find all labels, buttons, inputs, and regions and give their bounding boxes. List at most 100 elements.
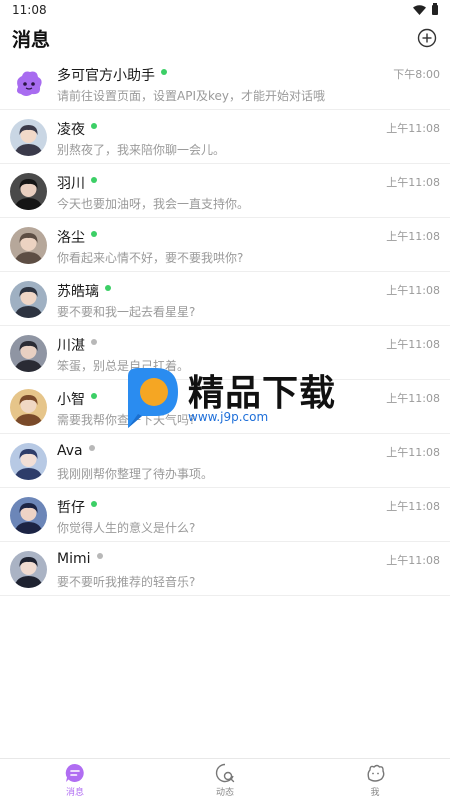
message-preview: 笨蛋，别总是自己扛着。 <box>57 359 190 373</box>
message-time: 上午11:08 <box>386 176 440 189</box>
message-preview: 请前往设置页面，设置API及key，才能开始对话哦 <box>57 89 325 103</box>
nav-tab-1[interactable]: 动态 <box>150 759 300 800</box>
character-portrait-icon <box>10 280 47 318</box>
message-time: 上午11:08 <box>386 392 440 405</box>
name-row: Ava <box>57 443 440 459</box>
avatar[interactable] <box>10 496 47 534</box>
conversation-item[interactable]: 小智 上午11:08 需要我帮你查一下天气吗? <box>0 380 450 434</box>
avatar[interactable] <box>10 172 47 210</box>
character-portrait-icon <box>10 172 47 210</box>
conversation-item[interactable]: Ava 上午11:08 我刚刚帮你整理了待办事项。 <box>0 434 450 488</box>
conversation-body: 小智 上午11:08 需要我帮你查一下天气吗? <box>57 380 440 434</box>
name-row: 羽川 <box>57 173 440 193</box>
contact-name: 苏皓璃 <box>57 284 99 300</box>
character-portrait-icon <box>10 442 47 480</box>
avatar[interactable] <box>10 550 47 588</box>
chat-bubble-icon <box>64 762 86 784</box>
conversation-item[interactable]: 川湛 上午11:08 笨蛋，别总是自己扛着。 <box>0 326 450 380</box>
contact-name: Ava <box>57 443 83 459</box>
conversation-body: 羽川 上午11:08 今天也要加油呀，我会一直支持你。 <box>57 164 440 218</box>
battery-icon <box>432 3 438 15</box>
contact-name: 哲仔 <box>57 500 85 516</box>
character-portrait-icon <box>10 334 47 372</box>
conversation-body: 多可官方小助手 下午8:00 请前往设置页面，设置API及key，才能开始对话哦 <box>57 56 440 110</box>
nav-tab-0[interactable]: 消息 <box>0 759 150 800</box>
contact-name: 多可官方小助手 <box>57 68 155 84</box>
avatar[interactable] <box>10 64 47 102</box>
online-status-dot <box>91 231 97 237</box>
offline-status-dot <box>96 553 103 559</box>
nav-tab-2[interactable]: 我 <box>300 759 450 800</box>
message-preview: 要不要和我一起去看星星? <box>57 305 196 319</box>
page-title: 消息 <box>12 28 51 51</box>
message-time: 上午11:08 <box>386 500 440 513</box>
character-portrait-icon <box>10 226 47 264</box>
conversation-body: 苏皓璃 上午11:08 要不要和我一起去看星星? <box>57 272 440 326</box>
message-time: 上午11:08 <box>386 446 440 459</box>
avatar[interactable] <box>10 334 47 372</box>
avatar[interactable] <box>10 388 47 426</box>
character-portrait-icon <box>10 118 47 156</box>
avatar[interactable] <box>10 226 47 264</box>
message-time: 下午8:00 <box>393 68 440 81</box>
conversation-item[interactable]: 凌夜 上午11:08 别熬夜了，我来陪你聊一会儿。 <box>0 110 450 164</box>
message-time: 上午11:08 <box>386 284 440 297</box>
contact-name: Mimi <box>57 551 91 567</box>
message-preview: 别熬夜了，我来陪你聊一会儿。 <box>57 143 226 157</box>
avatar[interactable] <box>10 280 47 318</box>
name-row: 多可官方小助手 <box>57 65 440 85</box>
conversation-item[interactable]: 洛尘 上午11:08 你看起来心情不好，要不要我哄你? <box>0 218 450 272</box>
avatar[interactable] <box>10 442 47 480</box>
name-row: 小智 <box>57 389 440 409</box>
conversation-list: 多可官方小助手 下午8:00 请前往设置页面，设置API及key，才能开始对话哦 凌夜… <box>0 56 450 596</box>
moments-icon <box>214 762 236 784</box>
offline-status-dot <box>91 339 97 345</box>
name-row: 洛尘 <box>57 227 440 247</box>
mascot-icon <box>10 64 47 102</box>
character-portrait-icon <box>10 388 47 426</box>
conversation-body: Ava 上午11:08 我刚刚帮你整理了待办事项。 <box>57 434 440 488</box>
conversation-item[interactable]: Mimi 上午11:08 要不要听我推荐的轻音乐? <box>0 542 450 596</box>
online-status-dot <box>91 393 97 399</box>
status-bar: 11:08 <box>0 0 450 20</box>
contact-name: 小智 <box>57 392 85 408</box>
conversation-item[interactable]: 多可官方小助手 下午8:00 请前往设置页面，设置API及key，才能开始对话哦 <box>0 56 450 110</box>
name-row: 凌夜 <box>57 119 440 139</box>
conversation-body: 洛尘 上午11:08 你看起来心情不好，要不要我哄你? <box>57 218 440 272</box>
message-preview: 你看起来心情不好，要不要我哄你? <box>57 251 244 265</box>
offline-status-dot <box>88 445 95 451</box>
contact-name: 凌夜 <box>57 122 85 138</box>
add-button[interactable] <box>416 27 438 49</box>
bottom-nav: 消息 动态 我 <box>0 758 450 800</box>
online-status-dot <box>105 285 111 291</box>
conversation-item[interactable]: 苏皓璃 上午11:08 要不要和我一起去看星星? <box>0 272 450 326</box>
name-row: 川湛 <box>57 335 440 355</box>
conversation-body: 哲仔 上午11:08 你觉得人生的意义是什么? <box>57 488 440 542</box>
message-time: 上午11:08 <box>386 338 440 351</box>
conversation-body: Mimi 上午11:08 要不要听我推荐的轻音乐? <box>57 542 440 596</box>
conversation-item[interactable]: 羽川 上午11:08 今天也要加油呀，我会一直支持你。 <box>0 164 450 218</box>
contact-name: 川湛 <box>57 338 85 354</box>
plus-circle-icon <box>417 28 437 48</box>
name-row: 哲仔 <box>57 497 440 517</box>
online-status-dot <box>91 177 97 183</box>
conversation-item[interactable]: 哲仔 上午11:08 你觉得人生的意义是什么? <box>0 488 450 542</box>
character-portrait-icon <box>10 550 47 588</box>
nav-label: 消息 <box>65 787 84 798</box>
message-time: 上午11:08 <box>386 122 440 135</box>
message-preview: 要不要听我推荐的轻音乐? <box>57 575 196 589</box>
profile-icon <box>364 762 386 784</box>
message-preview: 需要我帮你查一下天气吗? <box>57 413 196 427</box>
message-preview: 我刚刚帮你整理了待办事项。 <box>57 467 214 481</box>
name-row: 苏皓璃 <box>57 281 440 301</box>
contact-name: 洛尘 <box>57 230 85 246</box>
contact-name: 羽川 <box>57 176 85 192</box>
status-time: 11:08 <box>12 3 47 17</box>
message-time: 上午11:08 <box>386 230 440 243</box>
avatar[interactable] <box>10 118 47 156</box>
online-status-dot <box>161 69 167 75</box>
status-icons <box>413 3 438 15</box>
conversation-body: 川湛 上午11:08 笨蛋，别总是自己扛着。 <box>57 326 440 380</box>
message-preview: 你觉得人生的意义是什么? <box>57 521 196 535</box>
app-header: 消息 <box>0 20 450 56</box>
